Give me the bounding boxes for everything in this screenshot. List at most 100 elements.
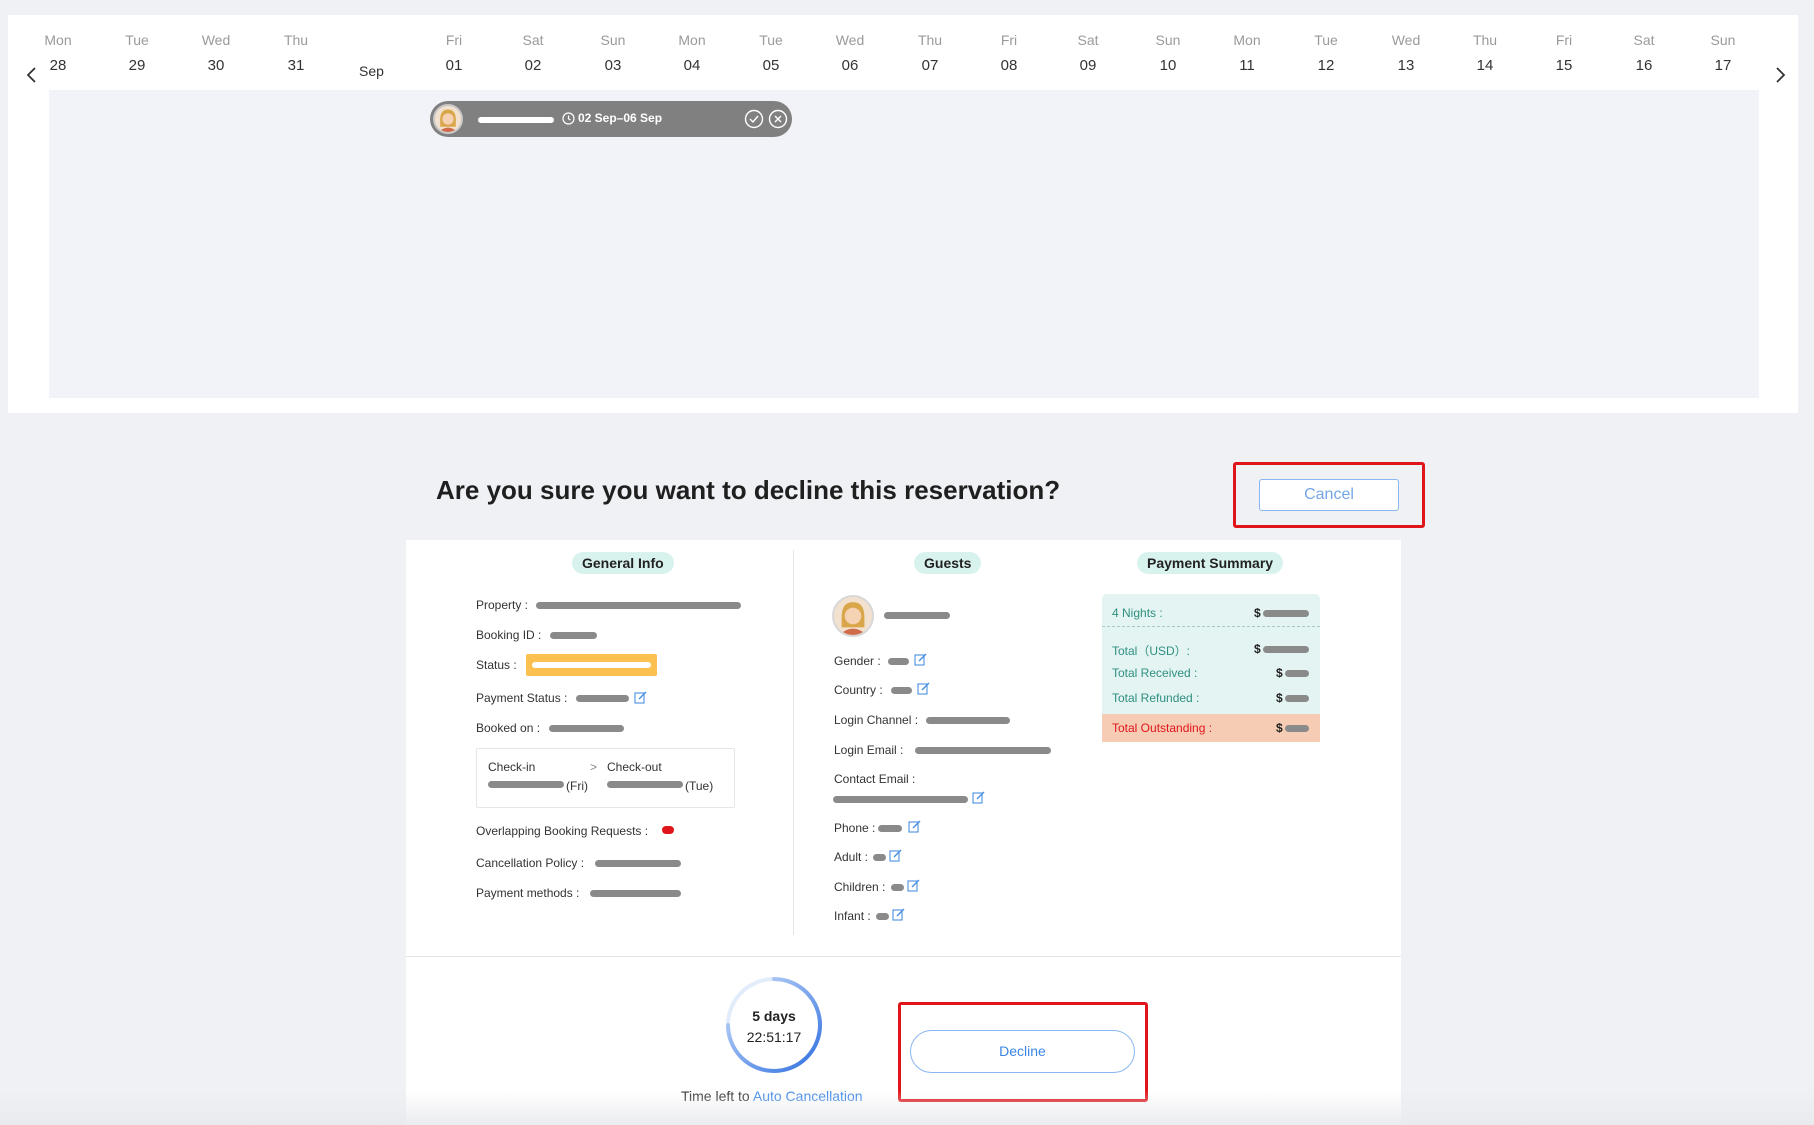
checkin-label: Check-in (488, 760, 536, 774)
infant-value-redacted (876, 913, 889, 920)
day-of-week: Sun (1710, 32, 1736, 48)
nights-label: 4 Nights : (1112, 606, 1163, 620)
day-of-week: Mon (678, 32, 706, 48)
prev-arrow-icon[interactable] (25, 67, 39, 83)
calendar-day-column[interactable]: Wed 06 (815, 32, 885, 74)
edit-icon[interactable] (908, 820, 921, 833)
contact-email-label: Contact Email : (834, 772, 916, 786)
property-value-redacted (536, 602, 741, 609)
outstanding-amount-redacted (1285, 725, 1309, 732)
day-number: 11 (1239, 57, 1255, 74)
accept-check-icon[interactable] (744, 109, 764, 129)
day-number: 15 (1555, 57, 1573, 74)
calendar-day-column[interactable]: Sat 09 (1053, 32, 1123, 74)
calendar-day-column[interactable]: Thu 31 (261, 32, 331, 74)
calendar-day-column[interactable]: Fri 01 (419, 32, 489, 74)
calendar-card: Mon 28 Tue 29 Wed 30 Thu 31 Fri 01 Sat 02 Sun 03 Mon 04… (8, 15, 1798, 413)
day-number: 30 (207, 57, 225, 74)
day-of-week: Thu (1472, 32, 1498, 48)
login-email-label: Login Email : (834, 743, 904, 757)
phone-label: Phone : (834, 821, 876, 835)
refunded-currency: $ (1276, 691, 1283, 705)
day-of-week: Sat (1077, 32, 1099, 48)
day-of-week: Fri (445, 32, 463, 48)
edit-icon[interactable] (972, 791, 985, 804)
day-number: 02 (524, 57, 542, 74)
calendar-day-column[interactable]: Wed 13 (1371, 32, 1441, 74)
checkout-day: (Tue) (685, 779, 714, 793)
day-number: 12 (1317, 57, 1335, 74)
country-label: Country : (834, 683, 883, 697)
edit-icon[interactable] (914, 653, 927, 666)
calendar-day-column[interactable]: Wed 30 (181, 32, 251, 74)
day-of-week: Thu (917, 32, 943, 48)
calendar-day-column[interactable]: Fri 15 (1529, 32, 1599, 74)
calendar-day-column[interactable]: Sat 16 (1609, 32, 1679, 74)
nights-currency: $ (1254, 606, 1261, 620)
edit-icon[interactable] (634, 691, 647, 704)
decline-x-icon[interactable] (768, 109, 788, 129)
guests-heading: Guests (914, 552, 982, 574)
total-outstanding-label: Total Outstanding : (1112, 721, 1213, 735)
day-of-week: Mon (1233, 32, 1261, 48)
edit-icon[interactable] (889, 849, 902, 862)
calendar-day-column[interactable]: Mon 11 (1212, 32, 1282, 74)
section-divider (406, 956, 1401, 957)
total-amount-redacted (1263, 646, 1309, 653)
day-of-week: Tue (1314, 32, 1338, 48)
calendar-day-column[interactable]: Tue 05 (736, 32, 806, 74)
auto-cancellation-link[interactable]: Auto Cancellation (753, 1088, 863, 1104)
calendar-day-column[interactable]: Thu 07 (895, 32, 965, 74)
adult-value-redacted (873, 854, 886, 861)
calendar-grid (49, 90, 1759, 398)
payment-summary-heading: Payment Summary (1137, 552, 1284, 574)
day-number: 08 (1000, 57, 1018, 74)
day-number: 07 (921, 57, 939, 74)
guest-avatar (433, 104, 463, 134)
cancellation-policy-label: Cancellation Policy : (476, 856, 585, 870)
calendar-day-column[interactable]: Tue 29 (102, 32, 172, 74)
day-number: 10 (1159, 57, 1177, 74)
day-number: 31 (287, 57, 305, 74)
countdown-caption: Time left to Auto Cancellation (681, 1088, 863, 1104)
overlapping-indicator (662, 826, 674, 834)
day-of-week: Sat (522, 32, 544, 48)
day-number: 01 (445, 57, 463, 74)
cancellation-policy-value-redacted (595, 860, 681, 867)
day-of-week: Tue (125, 32, 149, 48)
outstanding-currency: $ (1276, 721, 1283, 735)
login-channel-label: Login Channel : (834, 713, 919, 727)
calendar-day-column[interactable]: Sat 02 (498, 32, 568, 74)
day-number: 13 (1397, 57, 1415, 74)
calendar-day-column[interactable]: Mon 04 (657, 32, 727, 74)
edit-icon[interactable] (917, 682, 930, 695)
day-of-week: Tue (759, 32, 783, 48)
calendar-day-column[interactable]: Sun 03 (578, 32, 648, 74)
cancel-button[interactable]: Cancel (1259, 479, 1399, 511)
day-of-week: Sun (600, 32, 626, 48)
calendar-day-column[interactable]: Tue 12 (1291, 32, 1361, 74)
decline-button[interactable]: Decline (910, 1030, 1135, 1073)
countdown-clock: 22:51:17 (746, 1029, 802, 1045)
calendar-day-column[interactable]: Sun 10 (1133, 32, 1203, 74)
countdown-days: 5 days (752, 1008, 796, 1024)
reservation-bar[interactable]: 02 Sep–06 Sep (430, 101, 792, 137)
calendar-day-column[interactable]: Thu 14 (1450, 32, 1520, 74)
status-label: Status : (476, 658, 517, 672)
next-arrow-icon[interactable] (1773, 67, 1787, 83)
day-of-week: Wed (835, 32, 865, 48)
children-value-redacted (891, 884, 904, 891)
calendar-day-column[interactable]: Sun 17 (1688, 32, 1758, 74)
checkout-date-redacted (607, 781, 683, 788)
status-badge (526, 654, 657, 676)
avatar-person-icon (834, 597, 872, 635)
calendar-day-column[interactable]: Fri 08 (974, 32, 1044, 74)
received-amount-redacted (1285, 670, 1309, 677)
day-number: 06 (841, 57, 859, 74)
checkout-label: Check-out (607, 760, 662, 774)
total-currency: $ (1254, 642, 1261, 656)
day-of-week: Wed (201, 32, 231, 48)
edit-icon[interactable] (892, 908, 905, 921)
edit-icon[interactable] (907, 879, 920, 892)
day-of-week: Sun (1155, 32, 1181, 48)
